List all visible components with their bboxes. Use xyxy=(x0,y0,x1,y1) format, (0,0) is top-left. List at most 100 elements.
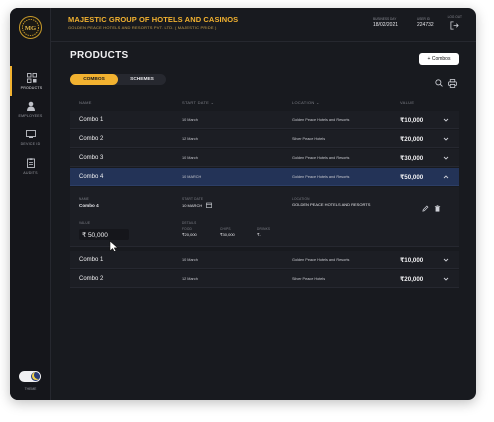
logout-button[interactable]: LOG OUT xyxy=(448,15,462,30)
row-location: Silver Peace Hotels xyxy=(292,277,326,281)
row-name: Combo 3 xyxy=(79,155,104,161)
logout-label: LOG OUT xyxy=(447,15,462,19)
detail-location: LOCATION GOLDEN PEACE HOTELS AND RESORTS xyxy=(292,197,370,207)
table-row-selected[interactable]: Combo 4 10 MARCH Golden Peace Hotels and… xyxy=(70,168,459,186)
products-icon xyxy=(26,72,37,83)
delete-icon[interactable] xyxy=(434,205,441,212)
detail-name-label: NAME xyxy=(79,197,90,201)
row-date: 10 MARCH xyxy=(182,175,202,179)
calendar-icon[interactable] xyxy=(206,202,213,208)
search-icon[interactable] xyxy=(435,79,443,87)
device-icon xyxy=(25,129,36,138)
row-value: ₹30,000 xyxy=(400,154,424,162)
column-location[interactable]: LOCATION ⌄ xyxy=(292,100,320,105)
expand-row-button[interactable] xyxy=(443,130,450,148)
business-day-label: BUSINESS DAY xyxy=(373,17,397,21)
add-combo-button[interactable]: + Combos xyxy=(419,53,459,65)
chevron-up-icon xyxy=(443,175,449,179)
expand-row-button[interactable] xyxy=(443,251,450,269)
tab-bar: COMBOS SCHEMES xyxy=(70,74,166,85)
detail-details: DETAILS xyxy=(182,221,196,225)
sidebar-item-device-id[interactable]: DEVICE ID xyxy=(10,122,51,152)
row-location: Silver Peace Hotels xyxy=(292,137,326,141)
mgpc-logo-icon: MG xyxy=(21,18,40,37)
detail-value-label: VALUE xyxy=(79,221,91,225)
edit-icon[interactable] xyxy=(422,205,429,212)
detail-start-date-value: 10 MARCH xyxy=(182,203,203,208)
detail-name: NAME Combo 4 xyxy=(79,197,99,208)
row-name: Combo 2 xyxy=(79,136,104,142)
value-input[interactable]: ₹ 50,000 xyxy=(79,229,129,240)
row-date: 12 March xyxy=(182,137,198,141)
tab-combos[interactable]: COMBOS xyxy=(70,74,118,85)
detail-chips: CHIPS ₹30,000 xyxy=(220,227,235,237)
sidebar-item-label: EMPLOYEES xyxy=(18,113,43,118)
chevron-down-icon: ⌄ xyxy=(315,100,320,105)
column-start-date-label: START DATE xyxy=(182,100,210,105)
column-value[interactable]: VALUE xyxy=(400,100,414,105)
sidebar-item-label: DEVICE ID xyxy=(20,141,41,146)
food-label: FOOD xyxy=(182,227,193,231)
audits-icon xyxy=(26,157,35,168)
expand-row-button[interactable] xyxy=(443,111,450,129)
business-day: BUSINESS DAY 18/02/2021 xyxy=(373,17,398,28)
chevron-down-icon xyxy=(443,277,449,281)
row-location: Golden Peace Hotels and Resorts xyxy=(292,156,350,160)
table-row[interactable]: Combo 1 10 March Golden Peace Hotels and… xyxy=(70,251,459,269)
theme-toggle[interactable] xyxy=(19,371,41,382)
top-header: MAJESTIC GROUP OF HOTELS AND CASINOS GOL… xyxy=(51,8,476,42)
sidebar-item-employees[interactable]: EMPLOYEES xyxy=(10,94,51,124)
row-value: ₹20,000 xyxy=(400,135,424,143)
detail-location-label: LOCATION xyxy=(292,197,310,201)
table-row[interactable]: Combo 2 12 March Silver Peace Hotels ₹20… xyxy=(70,130,459,148)
row-location: Golden Peace Hotels and Resorts xyxy=(292,118,350,122)
chips-value: ₹30,000 xyxy=(220,232,235,237)
user-id: USER ID 224732 xyxy=(417,17,434,28)
detail-food: FOOD ₹20,000 xyxy=(182,227,197,237)
tab-schemes[interactable]: SCHEMES xyxy=(118,74,166,85)
expand-row-button[interactable] xyxy=(443,270,450,288)
logout-icon xyxy=(450,21,459,30)
table-row[interactable]: Combo 2 12 March Silver Peace Hotels ₹20… xyxy=(70,270,459,288)
chevron-down-icon xyxy=(443,156,449,160)
column-start-date[interactable]: START DATE ⌄ xyxy=(182,100,214,105)
row-value: ₹10,000 xyxy=(400,256,424,264)
sidebar-item-label: PRODUCTS xyxy=(20,85,43,90)
row-location: Golden Peace Hotels and Resorts xyxy=(292,258,350,262)
user-id-label: USER ID xyxy=(417,17,430,21)
chevron-down-icon xyxy=(443,137,449,141)
details-label: DETAILS xyxy=(182,221,197,225)
company-subtitle: GOLDEN PEACE HOTELS AND RESORTS PVT. LTD… xyxy=(68,25,217,30)
row-date: 10 March xyxy=(182,258,198,262)
row-value: ₹10,000 xyxy=(400,116,424,124)
table-row[interactable]: Combo 1 10 March Golden Peace Hotels and… xyxy=(70,111,459,129)
food-value: ₹20,000 xyxy=(182,232,197,237)
row-date: 10 March xyxy=(182,156,198,160)
collapse-row-button[interactable] xyxy=(443,168,450,186)
row-name: Combo 1 xyxy=(79,257,104,263)
theme-label: THEME xyxy=(24,387,37,391)
row-location: Golden Peace Hotels and Resorts xyxy=(292,175,350,179)
sidebar: MG PRODUCTS EMPLOYEES DEVICE ID AUDITS T… xyxy=(10,8,51,400)
print-icon[interactable] xyxy=(448,79,457,88)
drinks-value: ₹- xyxy=(257,232,261,237)
table-row[interactable]: Combo 3 10 March Golden Peace Hotels and… xyxy=(70,149,459,167)
row-name: Combo 1 xyxy=(79,117,104,123)
chips-label: CHIPS xyxy=(220,227,231,231)
page-title: PRODUCTS xyxy=(70,50,129,61)
table-header: NAME START DATE ⌄ LOCATION ⌄ VALUE xyxy=(70,100,459,108)
detail-start-date-label: START DATE xyxy=(182,197,204,201)
chevron-down-icon xyxy=(443,118,449,122)
employees-icon xyxy=(26,101,35,111)
user-id-value: 224732 xyxy=(417,22,434,28)
expand-row-button[interactable] xyxy=(443,149,450,167)
column-name[interactable]: NAME xyxy=(79,100,92,105)
row-value: ₹20,000 xyxy=(400,275,424,283)
detail-drinks: DRINKS ₹- xyxy=(257,227,270,237)
row-name: Combo 2 xyxy=(79,276,104,282)
detail-name-value: Combo 4 xyxy=(79,203,99,208)
sidebar-item-audits[interactable]: AUDITS xyxy=(10,151,51,181)
row-name: Combo 4 xyxy=(79,174,104,180)
row-date: 12 March xyxy=(182,277,198,281)
sidebar-item-products[interactable]: PRODUCTS xyxy=(10,66,51,96)
